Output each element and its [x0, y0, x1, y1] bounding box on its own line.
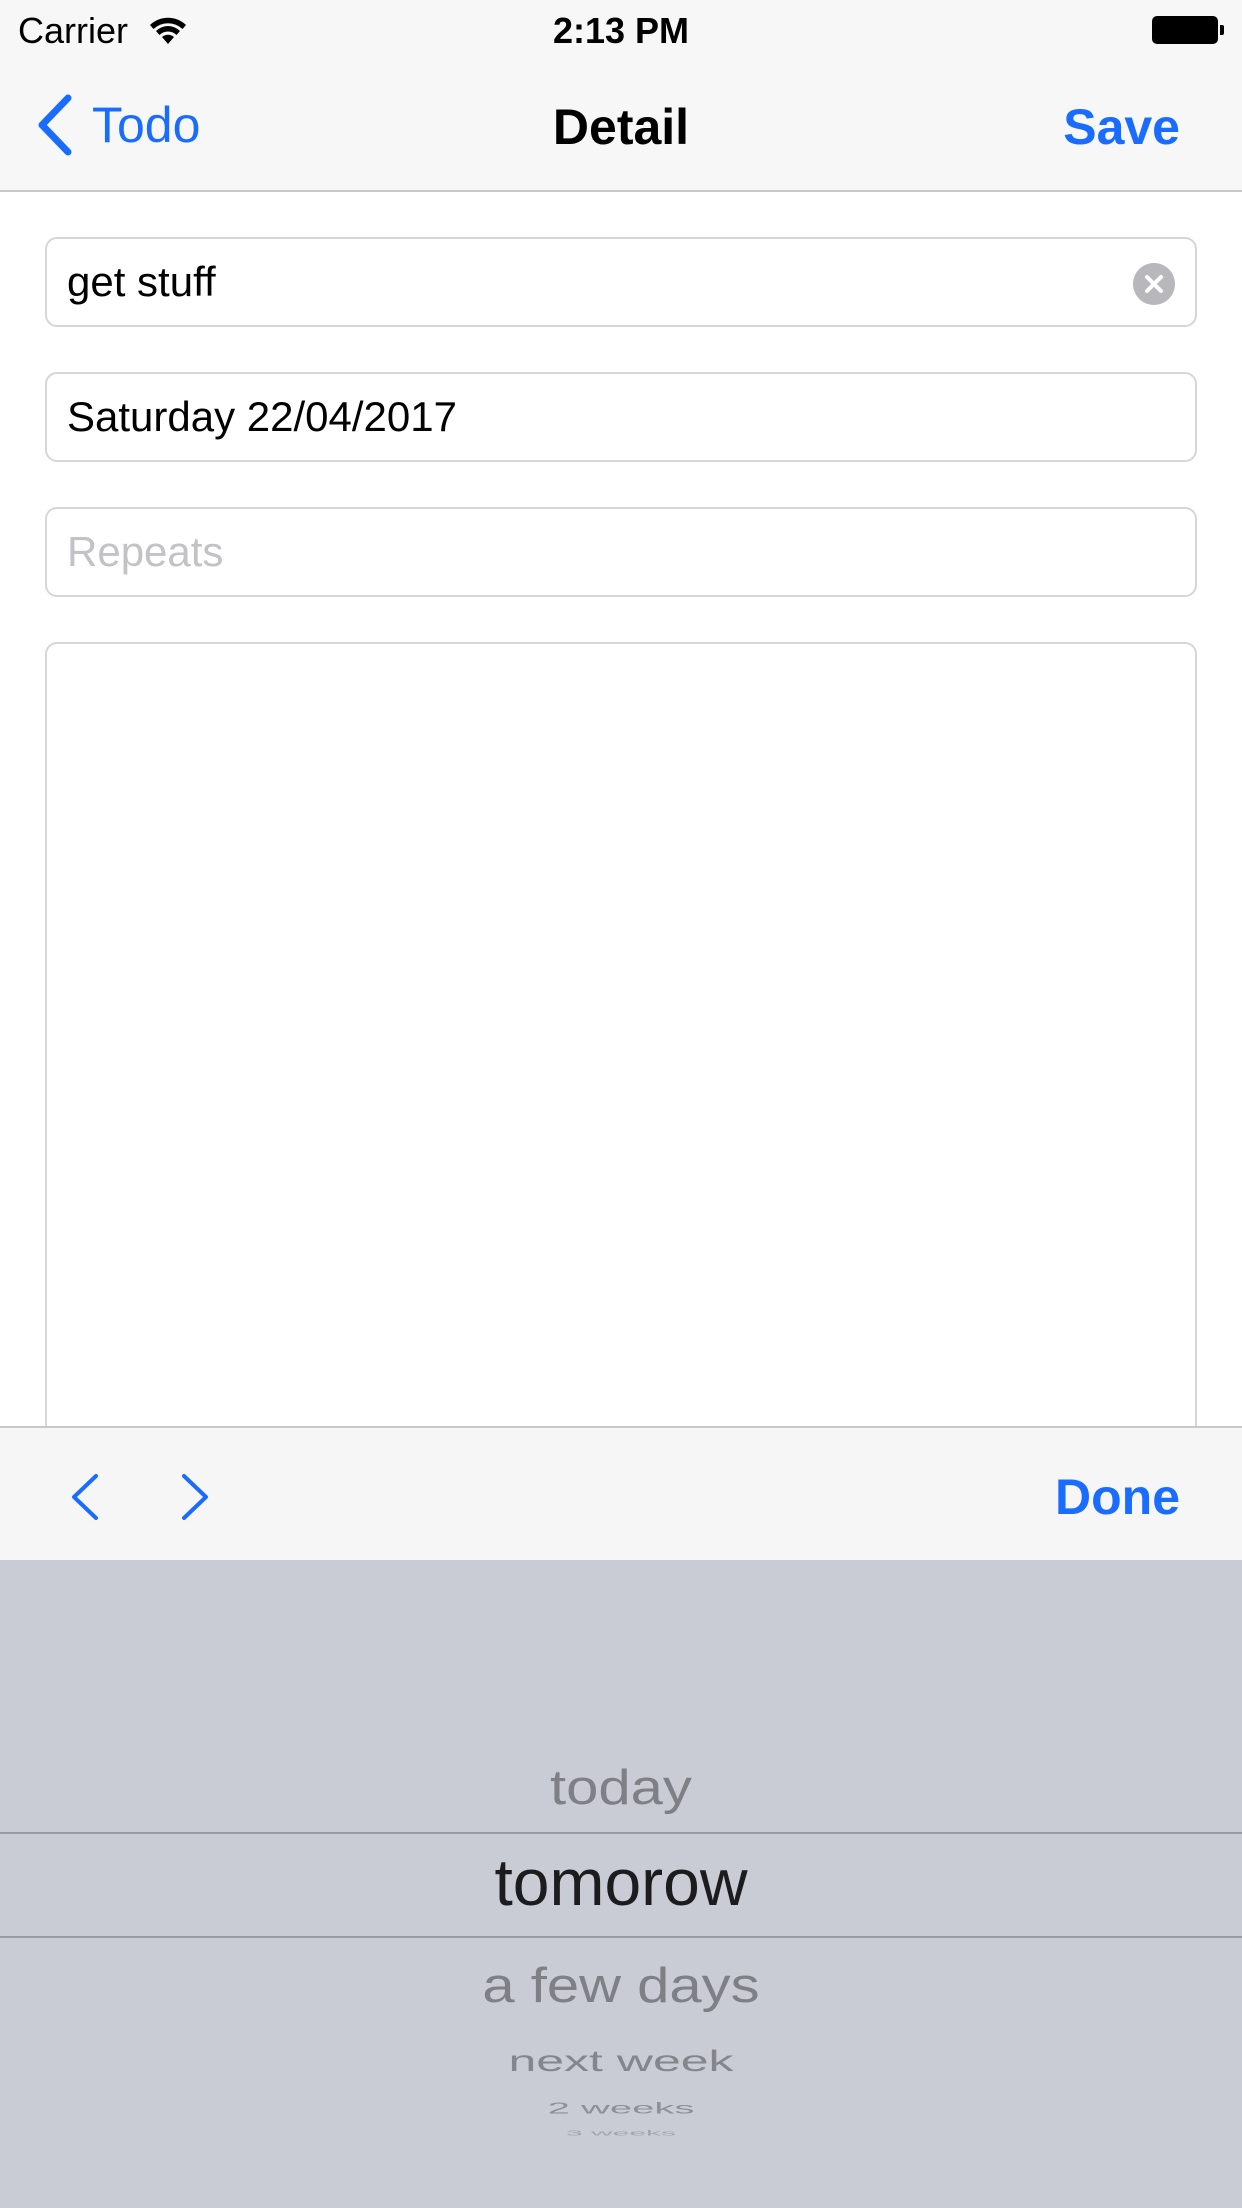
date-field[interactable]: [45, 372, 1197, 462]
picker-option[interactable]: today: [0, 1759, 1242, 1816]
repeats-field[interactable]: [45, 507, 1197, 597]
status-time: 2:13 PM: [552, 10, 690, 51]
battery-tip: [1220, 25, 1224, 35]
picker-option-selected[interactable]: tomorow: [0, 1844, 1242, 1920]
chevron-right-icon[interactable]: [178, 1472, 212, 1522]
status-bar: Carrier 2:13 PM: [0, 0, 1242, 60]
title-field[interactable]: [45, 237, 1197, 327]
repeats-input[interactable]: [67, 509, 1127, 595]
done-button[interactable]: Done: [1055, 1468, 1180, 1526]
title-input[interactable]: [67, 239, 1127, 325]
save-button[interactable]: Save: [1063, 98, 1180, 156]
keyboard-toolbar: Done: [0, 1426, 1242, 1560]
date-input[interactable]: [67, 374, 1127, 460]
page-title: Detail: [552, 99, 690, 155]
clear-icon[interactable]: [1133, 263, 1175, 305]
picker-option[interactable]: a few days: [0, 1957, 1242, 2014]
picker-option[interactable]: 3 weeks: [0, 2129, 1242, 2138]
notes-textarea[interactable]: [45, 642, 1197, 1432]
battery-icon: [1152, 16, 1218, 44]
picker-option[interactable]: 2 weeks: [0, 2100, 1242, 2118]
picker-option[interactable]: next week: [0, 2044, 1242, 2079]
repeat-picker[interactable]: today tomorow a few days next week 2 wee…: [0, 1560, 1242, 2208]
chevron-left-icon[interactable]: [68, 1472, 102, 1522]
navigation-bar: Todo Detail Save: [0, 60, 1242, 192]
